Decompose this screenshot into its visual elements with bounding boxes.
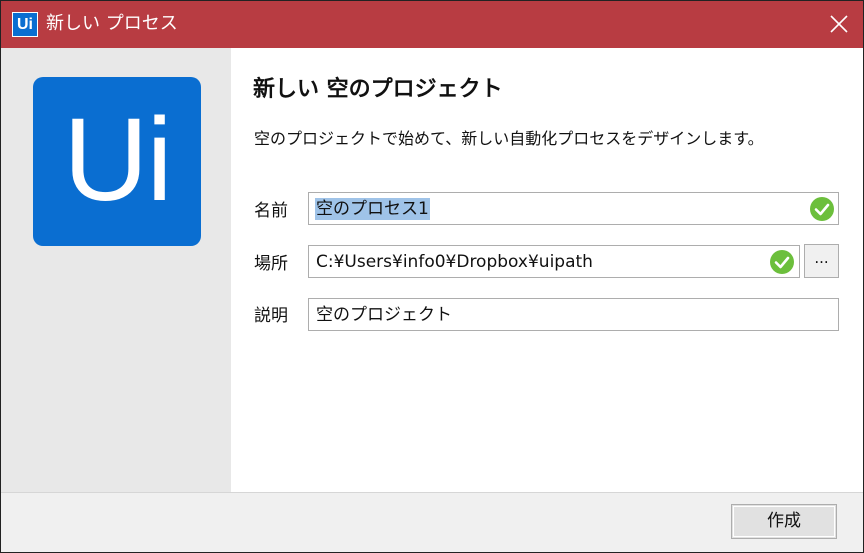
close-icon bbox=[830, 15, 848, 33]
location-input-value: C:¥Users¥info0¥Dropbox¥uipath bbox=[316, 252, 593, 272]
description-label: 説明 bbox=[254, 306, 288, 326]
dialog-footer: 作成 bbox=[1, 492, 863, 552]
description-input[interactable]: 空のプロジェクト bbox=[308, 298, 839, 331]
page-description: 空のプロジェクトで始めて、新しい自動化プロセスをデザインします。 bbox=[254, 129, 764, 148]
check-circle-icon bbox=[810, 197, 834, 221]
logo-text: Ui bbox=[63, 94, 172, 226]
name-input-value: 空のプロセス1 bbox=[315, 198, 430, 220]
name-input[interactable]: 空のプロセス1 bbox=[308, 192, 839, 225]
uipath-logo: Ui bbox=[33, 77, 201, 246]
title-bar[interactable]: Ui 新しい プロセス bbox=[1, 1, 863, 48]
location-label: 場所 bbox=[254, 254, 288, 274]
description-input-value: 空のプロジェクト bbox=[316, 305, 452, 325]
create-button[interactable]: 作成 bbox=[731, 504, 837, 539]
page-title: 新しい 空のプロジェクト bbox=[253, 77, 503, 102]
uipath-app-icon: Ui bbox=[12, 12, 38, 37]
browse-button[interactable]: ... bbox=[804, 244, 839, 278]
left-pane: Ui bbox=[1, 48, 231, 492]
location-input[interactable]: C:¥Users¥info0¥Dropbox¥uipath bbox=[308, 245, 800, 278]
name-label: 名前 bbox=[254, 201, 288, 221]
check-circle-icon bbox=[770, 250, 794, 274]
dialog-window: Ui 新しい プロセス Ui 新しい 空のプロジェクト 空のプロジェクトで始めて… bbox=[0, 0, 864, 553]
close-button[interactable] bbox=[815, 1, 863, 48]
window-title: 新しい プロセス bbox=[46, 13, 178, 34]
